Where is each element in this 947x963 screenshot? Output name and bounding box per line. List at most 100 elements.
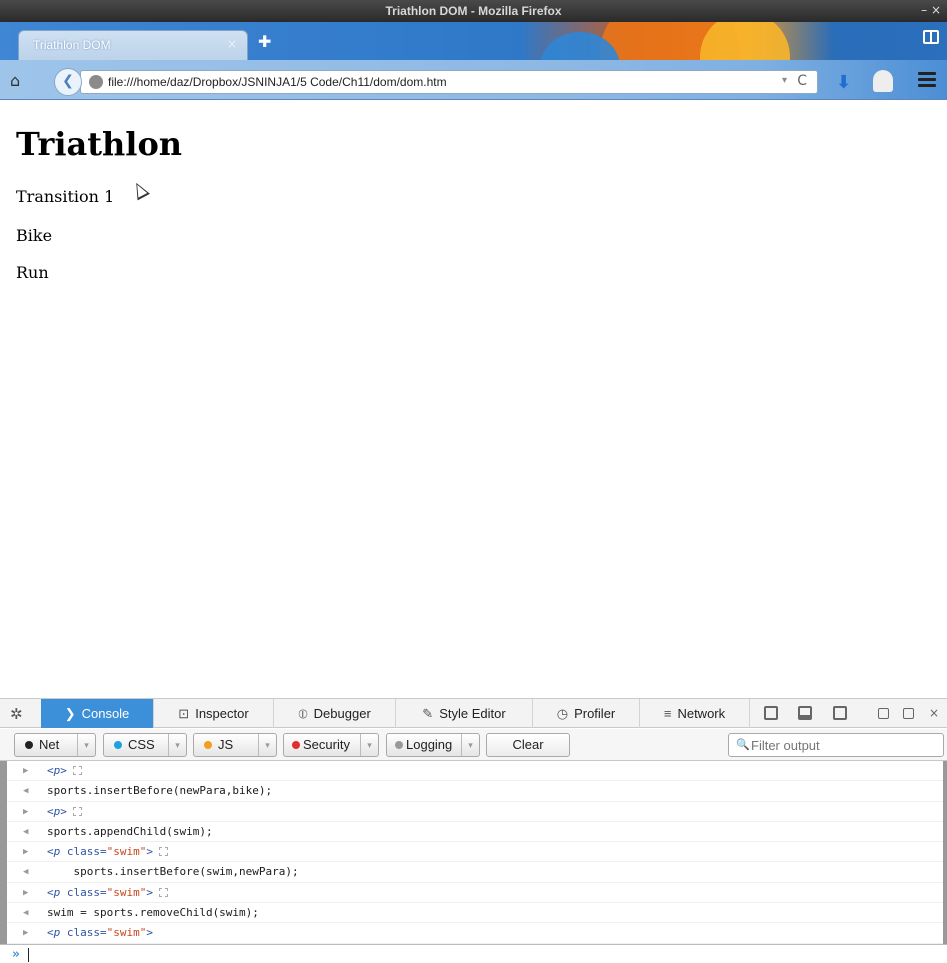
filter-net-button[interactable]: Net ▾ <box>14 733 96 757</box>
console-input-line[interactable]: ◀ sports.appendChild(swim); <box>7 822 943 843</box>
chevron-down-icon[interactable]: ▾ <box>461 734 479 756</box>
console-line-text: swim = sports.removeChild(swim); <box>47 906 259 920</box>
tab-debugger[interactable]: ⦶ Debugger <box>274 699 396 728</box>
console-output-line[interactable]: ▶ <p class="swim"> <box>7 883 943 904</box>
console-output: ▶ <p> ◀ sports.insertBefore(newPara,bike); ▶… <box>0 761 947 944</box>
paragraph-bike: Bike <box>16 226 53 245</box>
filter-security-button[interactable]: Security ▾ <box>283 733 379 757</box>
filter-output-input[interactable] <box>751 738 931 753</box>
navigation-bar: ⌂ file:///home/daz/Dropbox/JSNINJA1/5 Co… <box>0 60 947 100</box>
filter-net-label: Net <box>39 737 60 752</box>
new-tab-icon[interactable]: ✚ <box>258 32 271 51</box>
menu-icon[interactable] <box>918 72 936 88</box>
back-button[interactable]: ❮ <box>54 68 82 96</box>
highlight-node-icon[interactable] <box>72 806 82 816</box>
net-dot-icon <box>25 741 33 749</box>
page-content: Triathlon Transition 1 Bike Run <box>0 101 947 698</box>
console-input-line[interactable]: ◀ sports.insertBefore(swim,newPara); <box>7 862 943 883</box>
tab-style-editor[interactable]: ✎ Style Editor <box>396 699 533 728</box>
home-icon[interactable]: ⌂ <box>10 71 28 90</box>
clear-button[interactable]: Clear <box>486 733 570 757</box>
responsive-mode-icon[interactable] <box>833 706 847 720</box>
chevron-down-icon[interactable]: ▾ <box>258 734 276 756</box>
input-arrow-icon: ◀ <box>23 786 29 797</box>
window-title-bar: Triathlon DOM - Mozilla Firefox – × <box>0 0 947 22</box>
tab-inspector-label: Inspector <box>195 706 249 721</box>
console-icon: ❯ <box>64 706 76 721</box>
console-input-line[interactable]: ◀ sports.insertBefore(newPara,bike); <box>7 781 943 802</box>
separate-window-icon[interactable] <box>903 708 914 719</box>
addon-ghost-icon[interactable] <box>873 70 893 92</box>
filter-output-field[interactable]: 🔍 <box>728 733 944 757</box>
filter-js-button[interactable]: JS ▾ <box>193 733 277 757</box>
console-filter-bar: Net ▾ CSS ▾ JS ▾ Security ▾ Logging ▾ Cl… <box>0 729 947 761</box>
profiler-icon: ◷ <box>556 706 569 721</box>
tab-inspector[interactable]: ⊡ Inspector <box>154 699 274 728</box>
console-line-text: sports.appendChild(swim); <box>47 824 213 838</box>
split-console-icon[interactable] <box>798 706 812 720</box>
tab-triathlon-dom[interactable]: Triathlon DOM × <box>18 30 248 60</box>
reload-icon[interactable]: C <box>797 73 807 89</box>
tab-debugger-label: Debugger <box>313 706 371 721</box>
window-title: Triathlon DOM - Mozilla Firefox <box>385 4 562 18</box>
console-output-line[interactable]: ▶ <p class="swim"> <box>7 923 943 944</box>
console-input-line[interactable]: ◀ swim = sports.removeChild(swim); <box>7 903 943 924</box>
history-dropdown-icon[interactable]: ▾ <box>782 75 787 86</box>
chevron-down-icon[interactable]: ▾ <box>168 734 186 756</box>
tab-console[interactable]: ❯ Console <box>41 699 154 728</box>
paragraph-run: Run <box>16 263 49 282</box>
logging-dot-icon <box>395 741 403 749</box>
tab-network[interactable]: ≡ Network <box>640 699 750 728</box>
url-text[interactable]: file:///home/daz/Dropbox/JSNINJA1/5 Code… <box>108 75 447 89</box>
back-arrow-icon: ❮ <box>62 73 74 89</box>
css-dot-icon <box>114 741 122 749</box>
tab-console-label: Console <box>81 706 130 721</box>
filter-css-label: CSS <box>128 737 155 752</box>
js-dot-icon <box>204 741 212 749</box>
highlight-node-icon[interactable] <box>72 766 82 775</box>
result-arrow-icon: ▶ <box>23 766 29 776</box>
highlight-node-icon[interactable] <box>158 847 168 857</box>
devtools-toolbar: ✲ ❯ Console ⊡ Inspector ⦶ Debugger ✎ Style E… <box>0 698 947 728</box>
chevron-down-icon[interactable]: ▾ <box>77 734 95 756</box>
highlight-node-icon[interactable] <box>158 887 168 897</box>
console-output-line[interactable]: ▶ <p> <box>7 761 943 782</box>
console-line-text: <p class="swim"> <box>47 842 168 862</box>
console-output-line[interactable]: ▶ <p> <box>7 802 943 822</box>
text-caret <box>28 948 29 962</box>
search-icon: 🔍 <box>736 738 750 751</box>
inspector-icon: ⊡ <box>178 706 190 721</box>
chevron-down-icon[interactable]: ▾ <box>360 734 378 756</box>
result-arrow-icon: ▶ <box>23 806 29 817</box>
input-arrow-icon: ◀ <box>23 908 29 919</box>
firefox-flame-decoration <box>700 22 790 60</box>
tab-close-icon[interactable]: × <box>227 37 237 51</box>
tab-style-editor-label: Style Editor <box>439 706 506 721</box>
pick-element-icon[interactable] <box>764 706 778 720</box>
input-arrow-icon: ◀ <box>23 867 29 878</box>
security-dot-icon <box>292 741 300 749</box>
filter-js-label: JS <box>218 737 234 752</box>
tab-groups-icon[interactable] <box>923 30 939 44</box>
url-bar[interactable]: file:///home/daz/Dropbox/JSNINJA1/5 Code… <box>80 70 818 94</box>
mouse-pointer-icon <box>130 179 150 201</box>
result-arrow-icon: ▶ <box>23 887 29 898</box>
toolbox-options-gear-icon[interactable]: ✲ <box>10 705 23 723</box>
filter-logging-button[interactable]: Logging ▾ <box>386 733 480 757</box>
console-line-text: <p class="swim"> <box>47 883 168 903</box>
window-controls[interactable]: – × <box>921 3 941 17</box>
console-line-text: <p class="swim"> <box>47 926 153 940</box>
tab-strip: Triathlon DOM × ✚ <box>0 22 947 60</box>
dock-side-icon[interactable] <box>878 708 889 719</box>
console-line-text: sports.insertBefore(swim,newPara); <box>47 865 299 879</box>
filter-css-button[interactable]: CSS ▾ <box>103 733 187 757</box>
tab-profiler[interactable]: ◷ Profiler <box>533 699 640 728</box>
prompt-chevron-icon: » <box>12 947 20 962</box>
result-arrow-icon: ▶ <box>23 847 29 858</box>
close-devtools-icon[interactable]: × <box>929 706 939 720</box>
download-icon[interactable]: ⬇ <box>836 72 851 93</box>
console-output-line[interactable]: ▶ <p class="swim"> <box>7 842 943 863</box>
console-input[interactable]: » <box>0 944 947 963</box>
globe-icon <box>89 75 103 89</box>
debugger-icon: ⦶ <box>298 706 308 721</box>
